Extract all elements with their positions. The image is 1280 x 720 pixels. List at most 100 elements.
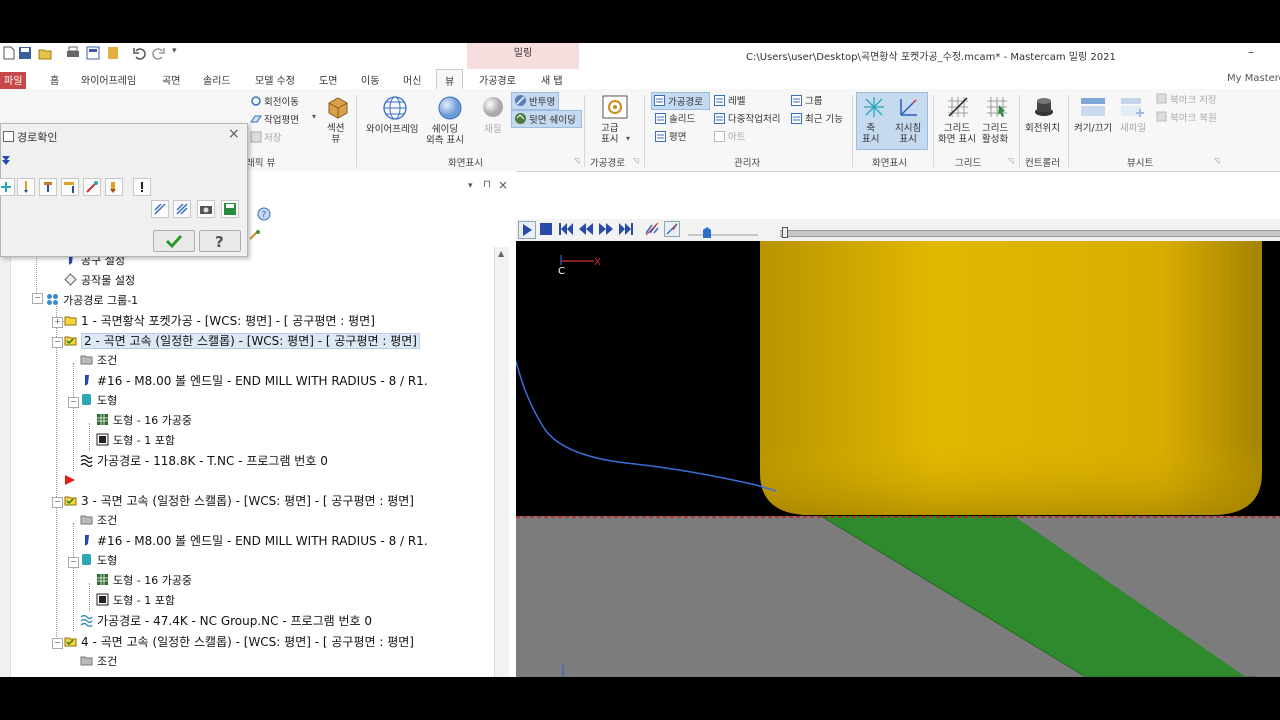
toolpath-file-node[interactable]: 가공경로 - 118.8K - T.NC - 프로그램 번호 0 xyxy=(80,452,328,470)
geometry-machining-node[interactable]: 도형 - 16 가공중 xyxy=(96,412,192,430)
section-view-button[interactable]: 섹션 뷰 xyxy=(327,123,344,145)
indicator-display-button[interactable]: 지시침 표시 xyxy=(895,123,921,145)
expand-toggle[interactable]: − xyxy=(68,557,79,568)
operation-4-node[interactable]: 4 - 곡면 고속 (일정한 스캘롭) - [WCS: 평면] - [ 공구평면… xyxy=(64,633,414,651)
dialog-help-button[interactable]: ? xyxy=(199,230,241,252)
undo-icon[interactable] xyxy=(132,46,146,60)
toolpath-group-launcher-icon[interactable]: ◹ xyxy=(633,157,638,165)
grid-display-button[interactable]: 그리드 화면 표시 xyxy=(938,123,976,145)
levels-manager-toggle[interactable]: 레벨 xyxy=(728,93,745,107)
display-both-button[interactable] xyxy=(61,178,79,196)
display-group-launcher-icon[interactable]: ◹ xyxy=(574,157,579,165)
geometry-containment-node[interactable]: 도형 - 1 포함 xyxy=(96,432,175,450)
grid-display-icon[interactable] xyxy=(946,95,970,119)
screenshot-button[interactable] xyxy=(197,200,215,218)
progress-track[interactable] xyxy=(780,230,1280,237)
axes-display-button[interactable]: 축 표시 xyxy=(862,123,879,145)
trace-mode-button[interactable] xyxy=(644,221,660,237)
geometry-machining-node[interactable]: 도형 - 16 가공중 xyxy=(96,572,192,590)
tab-solids[interactable]: 솔리드 xyxy=(203,72,231,87)
display-rapid-button[interactable] xyxy=(83,178,101,196)
axes-icon[interactable] xyxy=(862,95,886,119)
tab-surfaces[interactable]: 곡면 xyxy=(162,72,180,87)
panel-menu-icon[interactable]: ▾ xyxy=(468,181,473,191)
geometry-node[interactable]: 도형 xyxy=(80,392,117,410)
multithreading-manager-icon[interactable] xyxy=(714,113,725,124)
display-tool-button[interactable] xyxy=(17,178,35,196)
parameters-node[interactable]: 조건 xyxy=(80,352,117,370)
qat-customize-icon[interactable]: ▾ xyxy=(172,46,177,56)
panel-close-icon[interactable]: × xyxy=(498,178,508,192)
new-file-icon[interactable] xyxy=(2,46,16,60)
planes-manager-icon[interactable] xyxy=(655,131,666,142)
advanced-display-icon[interactable] xyxy=(602,95,628,119)
scroll-up-icon[interactable]: ▲ xyxy=(498,249,504,258)
viewsheet-group-launcher-icon[interactable]: ◹ xyxy=(1214,157,1219,165)
geometry-containment-node[interactable]: 도형 - 1 포함 xyxy=(96,592,175,610)
new-viewsheet-button[interactable]: 새파일 xyxy=(1120,123,1146,134)
redo-icon[interactable] xyxy=(152,46,166,60)
work-plane-button[interactable]: 작업평면 xyxy=(264,112,299,126)
expand-toggle[interactable]: − xyxy=(68,397,79,408)
save-view-button[interactable]: 저장 xyxy=(264,130,281,144)
new-viewsheet-icon[interactable] xyxy=(1120,95,1146,119)
operation-2-node[interactable]: 2 - 곡면 고속 (일정한 스캘롭) - [WCS: 평면] - [ 공구평면… xyxy=(64,332,420,350)
tab-wireframe[interactable]: 와이어프레임 xyxy=(81,72,136,87)
groups-manager-toggle[interactable]: 그룹 xyxy=(805,93,822,107)
grid-activate-button[interactable]: 그리드 활성화 xyxy=(982,123,1008,145)
expand-toggle[interactable]: − xyxy=(32,293,43,304)
shaded-icon[interactable] xyxy=(437,95,463,121)
toolpath-file-node[interactable]: 가공경로 - 47.4K - NC Group.NC - 프로그램 번호 0 xyxy=(80,612,372,630)
section-view-icon[interactable] xyxy=(326,95,350,119)
speed-slider[interactable] xyxy=(688,234,758,236)
skip-end-button[interactable] xyxy=(618,221,634,237)
toolpaths-manager-toggle[interactable]: 가공경로 xyxy=(651,92,710,110)
parameters-node[interactable]: 조건 xyxy=(80,653,117,671)
ok-button[interactable] xyxy=(153,230,195,252)
progress-thumb[interactable] xyxy=(782,227,788,238)
save-icon[interactable] xyxy=(18,46,32,60)
art-manager-icon[interactable] xyxy=(714,131,725,142)
save-bookmark-icon[interactable] xyxy=(1156,93,1167,104)
wireframe-icon[interactable] xyxy=(382,95,408,121)
display-holder-button[interactable] xyxy=(39,178,57,196)
expand-toggle[interactable]: + xyxy=(52,317,63,328)
skip-start-button[interactable] xyxy=(558,221,574,237)
restore-bookmark-icon[interactable] xyxy=(1156,111,1167,122)
display-toolpath-button[interactable] xyxy=(0,178,15,196)
solids-manager-icon[interactable] xyxy=(655,113,666,124)
tab-file[interactable]: 파일 xyxy=(0,72,27,89)
chevron-down-icon[interactable]: ▾ xyxy=(626,134,630,143)
print-preview-icon[interactable] xyxy=(86,46,100,60)
expand-toggle[interactable]: − xyxy=(52,337,63,348)
toolpath-group-node[interactable]: 가공경로 그룹-1 xyxy=(46,292,138,310)
tab-transform[interactable]: 이동 xyxy=(361,72,379,87)
tool-node[interactable]: #16 - M8.00 볼 엔드밀 - END MILL WITH RADIUS… xyxy=(80,532,428,550)
geometry-node[interactable]: 도형 xyxy=(80,552,117,570)
tool-node[interactable]: #16 - M8.00 볼 엔드밀 - END MILL WITH RADIUS… xyxy=(80,372,428,390)
rotate-position-button[interactable]: 회전위치 xyxy=(1025,123,1060,134)
viewsheet-toggle-icon[interactable] xyxy=(1080,95,1106,119)
step-back-button[interactable] xyxy=(578,221,594,237)
minimize-icon[interactable]: – xyxy=(1248,45,1254,59)
material-icon[interactable] xyxy=(481,95,505,119)
multithreading-manager-toggle[interactable]: 다중작업처리 xyxy=(728,111,780,125)
speed-slider-thumb[interactable] xyxy=(702,226,712,239)
step-forward-button[interactable] xyxy=(598,221,614,237)
help-icon[interactable]: ? xyxy=(257,207,271,221)
my-mastercam-link[interactable]: My Mastercam xyxy=(1227,73,1280,84)
toolpath-colors-button[interactable] xyxy=(151,200,169,218)
expand-toggle[interactable]: − xyxy=(52,638,63,649)
properties-icon[interactable] xyxy=(106,46,120,60)
save-bookmark-button[interactable]: 북마크 저장 xyxy=(1170,92,1217,106)
dialog-close-icon[interactable]: × xyxy=(228,126,240,142)
display-endpoints-button[interactable] xyxy=(105,178,123,196)
tools-icon[interactable] xyxy=(248,229,262,241)
translucent-button[interactable]: 반투명 xyxy=(511,92,559,110)
tab-toolpaths[interactable]: 가공경로 xyxy=(479,72,516,87)
expand-panel-icon[interactable] xyxy=(1,154,11,166)
wireframe-button[interactable]: 와이어프레임 xyxy=(366,124,418,135)
grid-group-launcher-icon[interactable]: ◹ xyxy=(1008,157,1013,165)
backface-shade-button[interactable]: 뒷면 쉐이딩 xyxy=(511,110,582,128)
material-button[interactable]: 재질 xyxy=(484,124,501,135)
